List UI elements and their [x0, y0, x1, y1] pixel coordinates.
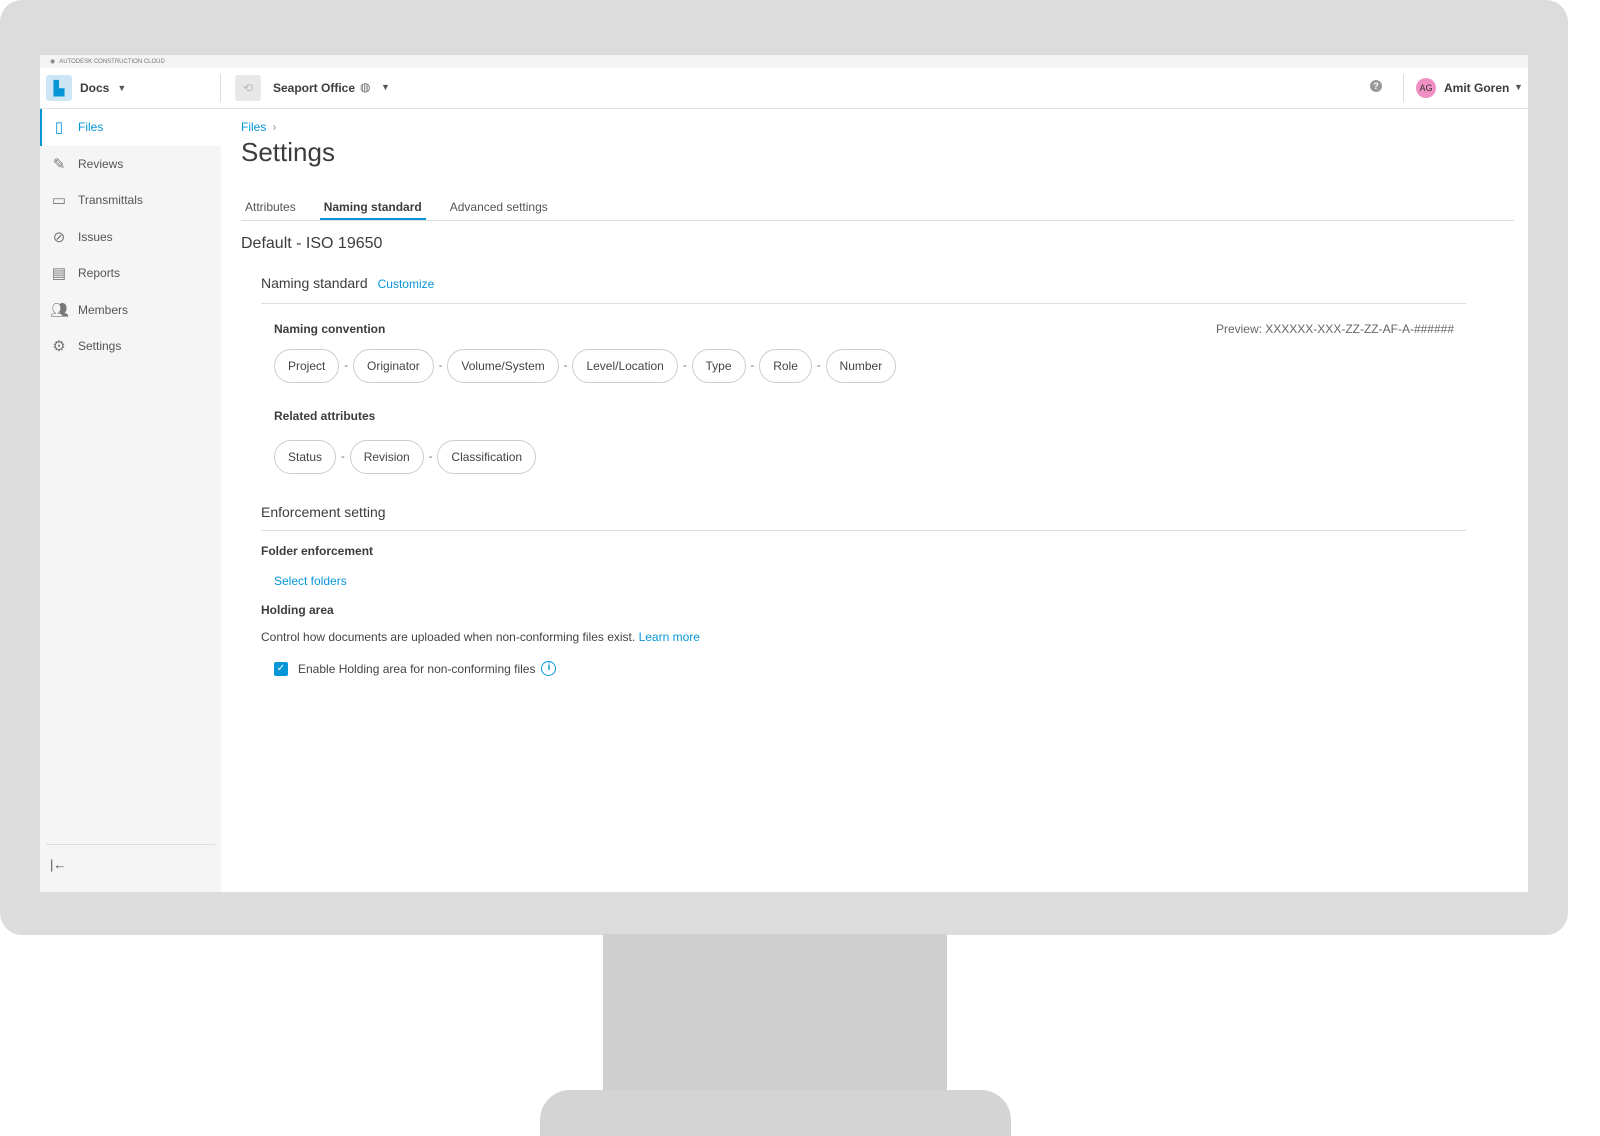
user-menu[interactable]: Amit Goren	[1444, 81, 1509, 95]
naming-preview: Preview: XXXXXX-XXX-ZZ-ZZ-AF-A-######	[1215, 322, 1454, 336]
separator: -	[682, 360, 687, 372]
attribute-pill: Number	[825, 349, 897, 383]
separator: -	[816, 360, 821, 372]
chevron-down-icon[interactable]: ▼	[381, 82, 390, 92]
separator: -	[344, 360, 349, 372]
attribute-pill: Type	[691, 349, 746, 383]
standard-title: Default - ISO 19650	[241, 235, 383, 252]
holding-area-checkbox-label: Enable Holding area for non-conforming f…	[298, 661, 536, 676]
sidebar-item-label: Members	[78, 302, 129, 317]
sidebar-item-members[interactable]: 👥︎ Members	[40, 292, 221, 329]
separator: -	[341, 451, 345, 463]
related-attributes-label: Related attributes	[274, 409, 376, 423]
globe-icon: ◍	[360, 80, 371, 94]
naming-parts: Project - Originator - Volume/System - Level/L…	[274, 349, 1466, 383]
sidebar-item-reviews[interactable]: ✎ Reviews	[40, 146, 221, 183]
sidebar-item-label: Files	[78, 120, 104, 135]
attribute-pill: Volume/System	[447, 349, 559, 383]
sidebar-item-settings[interactable]: ⚙ Settings	[40, 328, 221, 365]
page-title: Settings	[241, 137, 335, 167]
holding-area-checkbox[interactable]: ✓	[274, 661, 288, 676]
app-switcher[interactable]: Docs	[80, 81, 109, 95]
tab-advanced-settings[interactable]: Advanced settings	[446, 196, 552, 220]
reviews-icon: ✎	[52, 155, 66, 173]
chevron-down-icon[interactable]: ▼	[1514, 82, 1523, 92]
sidebar-item-transmittals[interactable]: ▭ Transmittals	[40, 182, 221, 219]
chevron-right-icon: ›	[272, 120, 277, 134]
monitor-base	[540, 1090, 1011, 1136]
attribute-pill: Project	[274, 349, 340, 383]
help-icon[interactable]: ?	[1370, 80, 1382, 92]
tab-attributes[interactable]: Attributes	[241, 196, 300, 220]
sidebar-item-label: Issues	[78, 229, 113, 244]
attribute-pill: Revision	[349, 440, 424, 474]
collapse-sidebar-icon[interactable]: |←	[50, 857, 66, 872]
tab-naming-standard[interactable]: Naming standard	[319, 196, 426, 220]
main-content: Files › Settings Attributes Naming standa…	[241, 109, 1514, 892]
top-bar: ▙ Docs ▼ ⟲ Seaport Office ◍ ▼ ? AG Amit …	[40, 68, 1528, 109]
sidebar-item-reports[interactable]: ▤ Reports	[40, 255, 221, 292]
attribute-pill: Originator	[353, 349, 434, 383]
separator: -	[428, 451, 433, 463]
separator: -	[438, 360, 443, 372]
holding-area-description: Control how documents are uploaded when …	[261, 630, 636, 644]
brand-text: AUTODESK CONSTRUCTION CLOUD	[59, 58, 165, 65]
related-attributes: Status - Revision - Classification	[274, 440, 1466, 474]
naming-convention-label: Naming convention	[274, 322, 386, 336]
info-icon[interactable]: i	[541, 661, 557, 676]
learn-more-link[interactable]: Learn more	[639, 630, 700, 644]
naming-standard-heading: Naming standard	[261, 275, 368, 291]
customize-link[interactable]: Customize	[378, 277, 435, 291]
sidebar-item-label: Settings	[78, 339, 122, 354]
separator: -	[750, 360, 755, 372]
app-window: ◉ AUTODESK CONSTRUCTION CLOUD ▙ Docs ▼ ⟲ …	[40, 55, 1528, 892]
issues-icon: ⊘	[52, 228, 66, 246]
tab-bar: Attributes Naming standard Advanced sett…	[241, 196, 1514, 221]
transmittals-icon: ▭	[51, 192, 67, 210]
sidebar-item-label: Reviews	[78, 156, 124, 171]
file-icon: ▯	[54, 119, 64, 137]
folder-enforcement-label: Folder enforcement	[261, 544, 374, 558]
gear-icon: ⚙	[52, 338, 66, 356]
autodesk-logo-icon: ◉	[50, 59, 56, 65]
attribute-pill: Status	[274, 440, 337, 474]
project-selector[interactable]: Seaport Office	[273, 81, 355, 95]
enforcement-heading: Enforcement setting	[261, 504, 1466, 531]
holding-area-label: Holding area	[261, 603, 334, 617]
sidebar: ▯ Files ✎ Reviews ▭ Transmittals ⊘ Issues ▤ R…	[40, 109, 221, 892]
avatar[interactable]: AG	[1416, 78, 1436, 98]
docs-app-icon[interactable]: ▙	[46, 75, 72, 101]
chevron-down-icon[interactable]: ▼	[117, 83, 126, 93]
sidebar-item-label: Transmittals	[78, 193, 143, 208]
sidebar-item-issues[interactable]: ⊘ Issues	[40, 219, 221, 256]
sidebar-item-label: Reports	[78, 266, 121, 281]
members-icon: 👥︎	[50, 301, 70, 319]
project-thumbnail-icon[interactable]: ⟲	[235, 75, 261, 101]
breadcrumb[interactable]: Files	[241, 120, 266, 134]
attribute-pill: Role	[759, 349, 812, 383]
sidebar-item-files[interactable]: ▯ Files	[40, 109, 221, 146]
brand-bar: ◉ AUTODESK CONSTRUCTION CLOUD	[40, 55, 1528, 68]
monitor-stand	[603, 934, 947, 1094]
reports-icon: ▤	[51, 265, 67, 283]
separator: -	[563, 360, 568, 372]
attribute-pill: Classification	[437, 440, 537, 474]
attribute-pill: Level/Location	[572, 349, 678, 383]
select-folders-link[interactable]: Select folders	[274, 574, 1466, 588]
